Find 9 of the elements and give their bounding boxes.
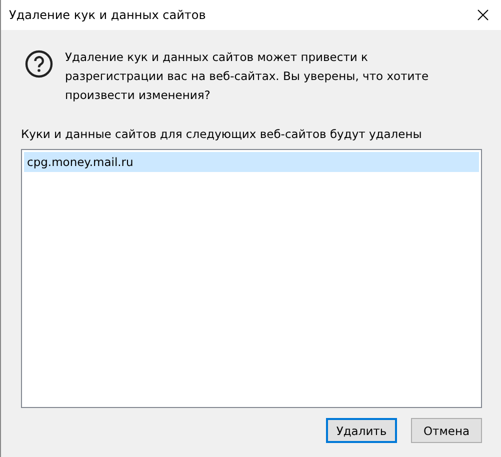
warning-message: Удаление кук и данных сайтов может привести к разрегистрации вас на веб-сайтах. Вы уверены, что хотите произвести изменения? xyxy=(65,49,430,104)
close-icon[interactable] xyxy=(477,9,489,21)
cancel-button[interactable]: Отмена xyxy=(411,418,482,443)
question-icon xyxy=(25,50,53,78)
site-list[interactable]: cpg.money.mail.ru xyxy=(21,149,482,408)
window-title: Удаление кук и данных сайтов xyxy=(9,8,206,22)
site-item[interactable]: cpg.money.mail.ru xyxy=(24,152,479,172)
delete-button[interactable]: Удалить xyxy=(326,418,397,443)
list-label: Куки и данные сайтов для следующих веб-сайтов будут удалены xyxy=(21,127,423,141)
